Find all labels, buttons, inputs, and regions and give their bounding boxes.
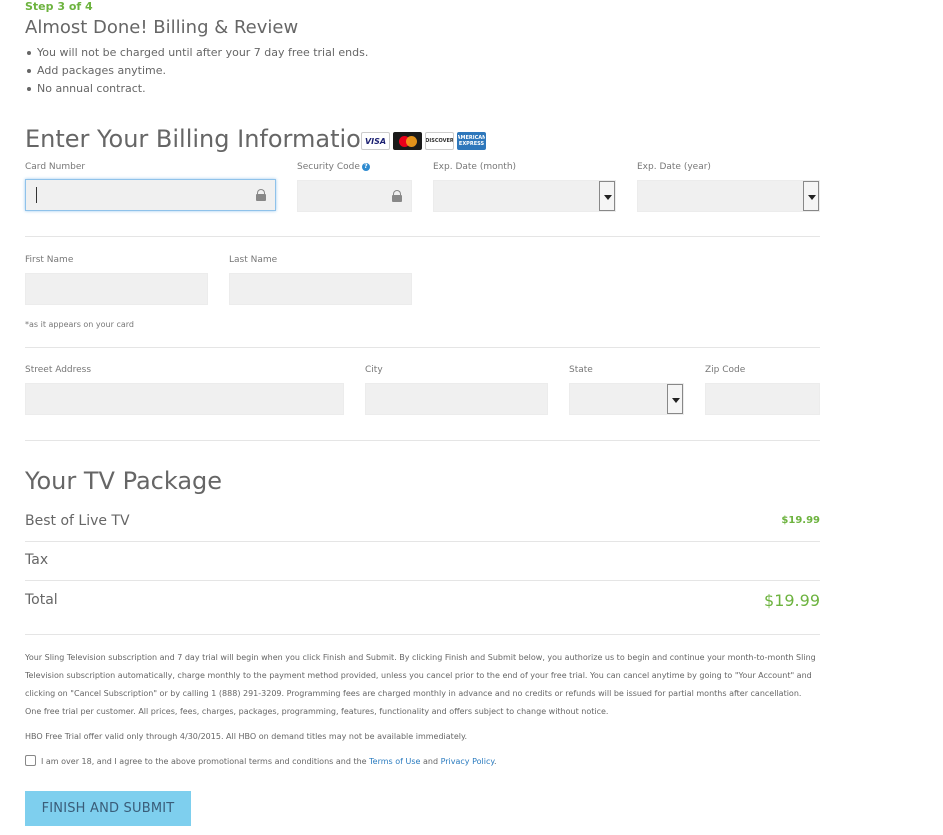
divider <box>25 347 820 348</box>
zip-code-input[interactable] <box>705 383 820 415</box>
state-select[interactable] <box>569 383 684 415</box>
security-code-input[interactable] <box>297 180 412 212</box>
total-label: Total <box>25 592 58 608</box>
agree-text: I am over 18, and I agree to the above p… <box>41 757 497 766</box>
benefits-list: You will not be charged until after your… <box>25 45 368 99</box>
state-label: State <box>569 365 593 375</box>
divider <box>25 440 820 441</box>
city-input[interactable] <box>365 383 548 415</box>
tax-label: Tax <box>25 552 49 568</box>
security-code-label-wrap: Security Code? <box>297 162 370 172</box>
exp-month-label: Exp. Date (month) <box>433 162 517 172</box>
divider <box>25 634 820 635</box>
benefit-item: Add packages anytime. <box>25 63 368 81</box>
agree-checkbox[interactable] <box>25 755 36 766</box>
card-number-label: Card Number <box>25 162 86 172</box>
street-address-label: Street Address <box>25 365 92 375</box>
city-label: City <box>365 365 383 375</box>
last-name-label: Last Name <box>229 255 278 265</box>
amex-logo: AMERICAN EXPRESS <box>457 132 486 150</box>
accepted-cards: VISA DISCOVER AMERICAN EXPRESS <box>361 132 486 150</box>
billing-title: Enter Your Billing Information <box>25 125 377 153</box>
agree-and: and <box>420 757 441 766</box>
first-name-input[interactable] <box>25 273 208 305</box>
security-code-label: Security Code <box>297 162 360 172</box>
exp-month-select[interactable] <box>433 180 616 212</box>
name-note: *as it appears on your card <box>25 320 134 329</box>
last-name-input[interactable] <box>229 273 412 305</box>
lock-icon <box>392 190 402 202</box>
total-price: $19.99 <box>764 591 820 610</box>
legal-text: Your Sling Television subscription and 7… <box>25 653 816 716</box>
mastercard-logo <box>393 132 422 150</box>
first-name-label: First Name <box>25 255 74 265</box>
card-number-input[interactable] <box>25 179 276 211</box>
exp-year-label: Exp. Date (year) <box>637 162 711 172</box>
visa-logo: VISA <box>361 132 390 150</box>
divider <box>25 580 820 581</box>
lock-icon <box>256 189 266 201</box>
benefit-item: You will not be charged until after your… <box>25 45 368 63</box>
exp-year-select[interactable] <box>637 180 820 212</box>
discover-logo: DISCOVER <box>425 132 454 150</box>
terms-of-use-link[interactable]: Terms of Use <box>369 757 420 766</box>
hbo-offer-text: HBO Free Trial offer valid only through … <box>25 732 468 741</box>
chevron-down-icon[interactable] <box>803 181 819 211</box>
package-item-price: $19.99 <box>781 515 820 526</box>
package-title: Your TV Package <box>25 467 223 495</box>
benefit-item: No annual contract. <box>25 81 368 99</box>
package-item-name: Best of Live TV <box>25 513 130 529</box>
privacy-policy-link[interactable]: Privacy Policy <box>441 757 494 766</box>
agree-prefix: I am over 18, and I agree to the above p… <box>41 757 370 766</box>
street-address-input[interactable] <box>25 383 344 415</box>
text-caret <box>36 187 37 203</box>
zip-code-label: Zip Code <box>705 365 746 375</box>
finish-and-submit-button[interactable]: FINISH AND SUBMIT <box>25 791 191 826</box>
chevron-down-icon[interactable] <box>599 181 615 211</box>
step-indicator: Step 3 of 4 <box>25 0 93 13</box>
agree-suffix: . <box>493 757 497 766</box>
chevron-down-icon[interactable] <box>667 384 683 414</box>
divider <box>25 541 820 542</box>
help-icon[interactable]: ? <box>361 162 370 171</box>
divider <box>25 236 820 237</box>
page-title: Almost Done! Billing & Review <box>25 17 299 38</box>
